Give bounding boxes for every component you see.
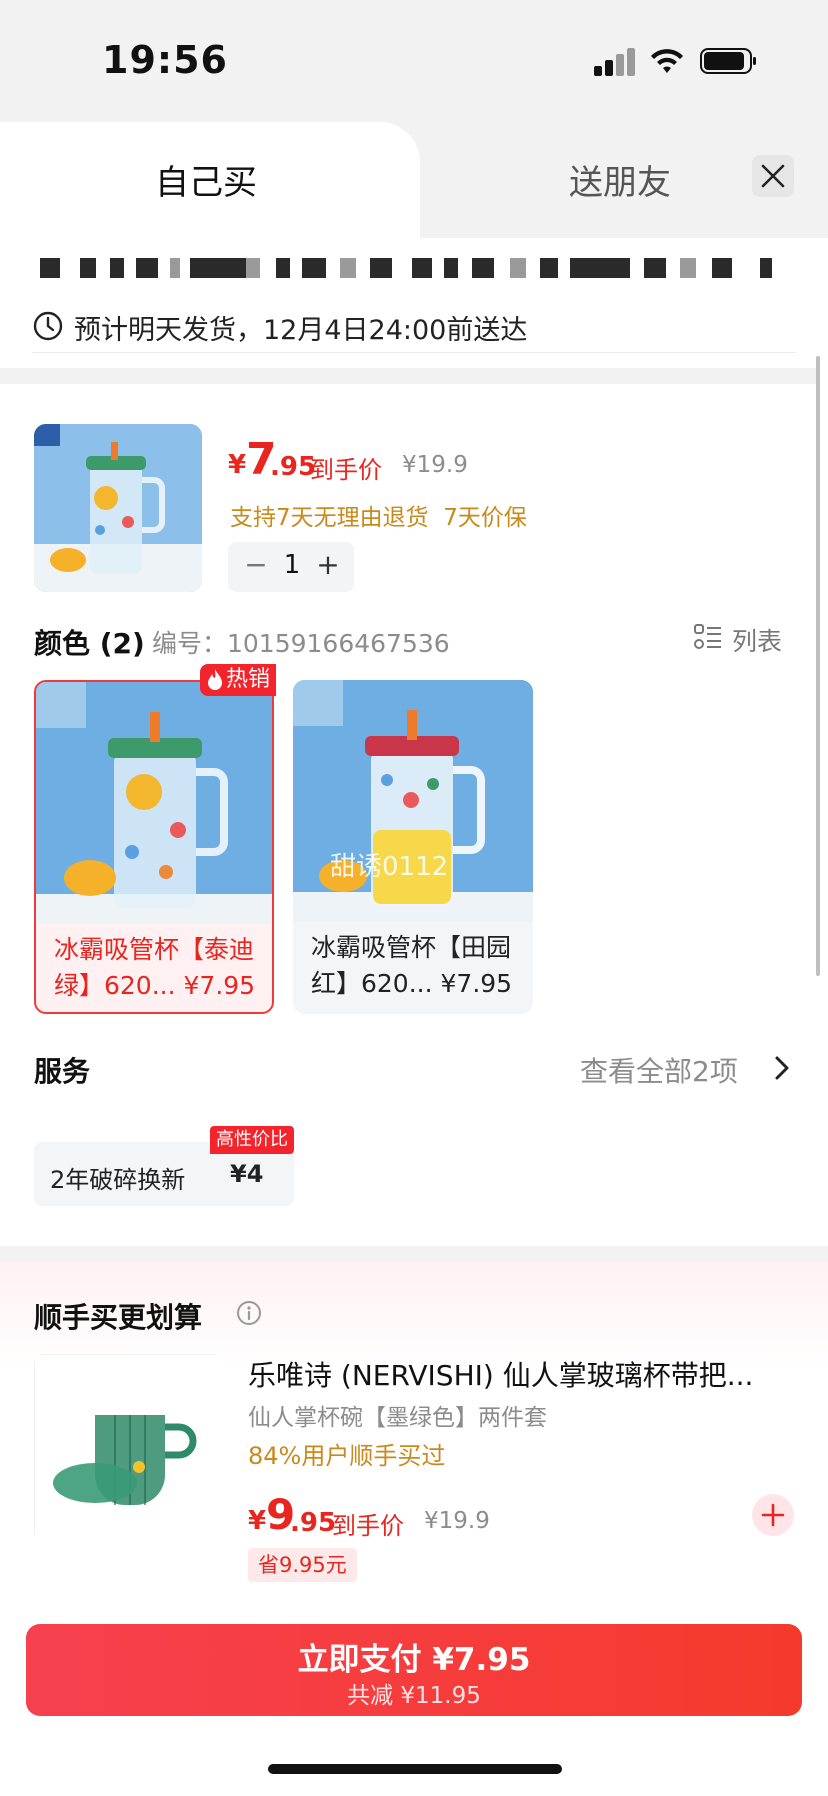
variant-name: 冰霸吸管杯【泰迪绿】620... ¥7.95 bbox=[54, 935, 256, 1000]
color-title: 颜色 (2) bbox=[34, 627, 145, 660]
cactus-cup-image bbox=[35, 1355, 223, 1543]
pay-discount-label[interactable]: 共减 ¥11.95 bbox=[26, 1676, 802, 1710]
value-badge: 高性价比 bbox=[210, 1126, 294, 1154]
service-tags: 支持7天无理由退货 7天价保 bbox=[230, 505, 527, 531]
flame-icon bbox=[208, 669, 222, 690]
scrollbar[interactable] bbox=[816, 356, 820, 976]
status-time: 19:56 bbox=[102, 38, 228, 82]
services-title: 服务 bbox=[34, 1055, 91, 1088]
section-divider bbox=[0, 368, 816, 384]
decrement-button[interactable]: − bbox=[244, 548, 268, 581]
upsell-price-decimal: .95 bbox=[290, 1508, 337, 1538]
watermark: 甜诱0112 bbox=[330, 852, 449, 882]
increment-button[interactable]: + bbox=[316, 548, 340, 581]
add-upsell-button[interactable] bbox=[752, 1494, 794, 1536]
brand-logo bbox=[36, 682, 86, 728]
list-icon[interactable] bbox=[694, 624, 722, 650]
chevron-right-icon[interactable] bbox=[772, 1054, 792, 1082]
cellular-signal-icon bbox=[594, 48, 638, 76]
sku-code: 编号：10159166467536 bbox=[152, 629, 450, 658]
upsell-price-label: 到手价 bbox=[332, 1512, 404, 1540]
quantity-value[interactable]: 1 bbox=[280, 550, 304, 580]
service-price: ¥4 bbox=[230, 1160, 264, 1188]
pay-now-label[interactable]: 立即支付 ¥7.95 bbox=[26, 1634, 802, 1679]
service-name: 2年破碎换新 bbox=[50, 1166, 186, 1194]
variant-card-green[interactable]: 冰霸吸管杯【泰迪绿】620... ¥7.95 bbox=[34, 680, 274, 1014]
upsell-spec: 仙人掌杯碗【墨绿色】两件套 bbox=[248, 1405, 547, 1431]
price-label: 到手价 bbox=[310, 456, 382, 484]
home-indicator[interactable] bbox=[268, 1764, 562, 1774]
upsell-title: 顺手买更划算 bbox=[34, 1301, 203, 1334]
close-icon bbox=[761, 164, 785, 188]
upsell-social-proof: 84%用户顺手买过 bbox=[248, 1442, 446, 1470]
price-symbol: ¥ bbox=[228, 450, 247, 480]
close-button[interactable] bbox=[752, 155, 794, 197]
brand-logo bbox=[293, 680, 343, 726]
cup-image bbox=[34, 424, 202, 592]
upsell-thumbnail[interactable] bbox=[34, 1354, 223, 1543]
tab-self-buy-label[interactable]: 自己买 bbox=[0, 155, 412, 204]
list-view-toggle[interactable]: 列表 bbox=[732, 622, 782, 658]
delivery-estimate: 预计明天发货，12月4日24:00前送达 bbox=[74, 315, 528, 346]
info-icon[interactable] bbox=[236, 1300, 262, 1326]
upsell-product-name[interactable]: 乐唯诗 (NERVISHI) 仙人掌玻璃杯带把... bbox=[248, 1354, 794, 1394]
services-view-all[interactable]: 查看全部2项 bbox=[580, 1050, 738, 1090]
tab-gift-label[interactable]: 送朋友 bbox=[470, 155, 770, 204]
plus-icon bbox=[761, 1503, 785, 1527]
wifi-icon bbox=[651, 49, 683, 73]
clock-icon bbox=[33, 311, 63, 341]
upsell-price-symbol: ¥ bbox=[248, 1506, 267, 1536]
upsell-original-price: ¥19.9 bbox=[424, 1508, 490, 1534]
section-divider bbox=[0, 1246, 828, 1262]
product-thumbnail[interactable] bbox=[34, 424, 202, 592]
address-redacted[interactable] bbox=[40, 252, 788, 284]
original-price: ¥19.9 bbox=[402, 452, 468, 478]
variant-name: 冰霸吸管杯【田园红】620... ¥7.95 bbox=[311, 933, 513, 998]
savings-tag: 省9.95元 bbox=[248, 1548, 357, 1582]
divider bbox=[32, 352, 796, 353]
battery-icon bbox=[700, 48, 756, 74]
